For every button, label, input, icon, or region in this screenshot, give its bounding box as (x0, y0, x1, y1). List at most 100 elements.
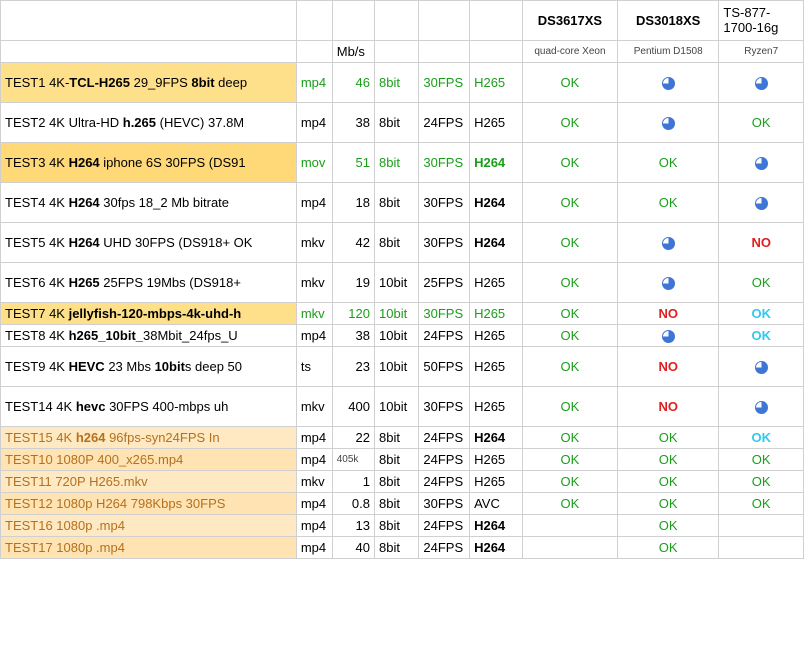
status-partial (719, 347, 804, 387)
fps-cell: 30FPS (419, 387, 470, 427)
status-ok: OK (719, 493, 804, 515)
codec-cell: H264 (470, 143, 523, 183)
mbps-cell: 1 (332, 471, 374, 493)
status-partial (719, 143, 804, 183)
ext-cell: mov (296, 143, 332, 183)
status-partial (617, 325, 718, 347)
table-row: TEST16 1080p .mp4mp4138bit24FPSH264OK (1, 515, 804, 537)
status-ok: OK (719, 303, 804, 325)
status-no: NO (719, 223, 804, 263)
status-ok: OK (617, 427, 718, 449)
status-ok: OK (522, 183, 617, 223)
table-row: TEST11 720P H265.mkvmkv18bit24FPSH265 OKO… (1, 471, 804, 493)
status-ok: OK (719, 263, 804, 303)
status-ok: OK (522, 303, 617, 325)
fps-cell: 30FPS (419, 493, 470, 515)
partial-icon (662, 277, 675, 290)
status-partial (617, 263, 718, 303)
codec-cell: H265 (470, 449, 523, 471)
fps-cell: 24FPS (419, 427, 470, 449)
table-row: TEST5 4K H264 UHD 30FPS (DS918+ OKmkv428… (1, 223, 804, 263)
ext-cell: mp4 (296, 427, 332, 449)
codec-cell: H265 (470, 347, 523, 387)
fps-cell: 30FPS (419, 303, 470, 325)
mbps-cell: 23 (332, 347, 374, 387)
partial-icon (662, 77, 675, 90)
fps-cell: 24FPS (419, 103, 470, 143)
codec-cell: H265 (470, 325, 523, 347)
fps-cell: 50FPS (419, 347, 470, 387)
status-ok: OK (522, 63, 617, 103)
codec-cell: AVC (470, 493, 523, 515)
mbps-cell: 22 (332, 427, 374, 449)
model-1-cpu: quad-core Xeon (522, 41, 617, 63)
table-row: TEST12 1080p H264 798Kbps 30FPSmp40.88bi… (1, 493, 804, 515)
ext-cell: mkv (296, 471, 332, 493)
partial-icon (755, 401, 768, 414)
table-row: TEST7 4K jellyfish-120-mbps-4k-uhd-hmkv1… (1, 303, 804, 325)
model-2-cpu: Pentium D1508 (617, 41, 718, 63)
ext-cell: mkv (296, 263, 332, 303)
bitdepth-cell: 8bit (375, 63, 419, 103)
bitdepth-cell: 8bit (375, 471, 419, 493)
codec-test-table: DS3617XS DS3018XS TS-877-1700-16g Mb/s q… (0, 0, 804, 559)
status-partial (719, 63, 804, 103)
mbps-cell: 13 (332, 515, 374, 537)
mbps-cell: 19 (332, 263, 374, 303)
bitdepth-cell: 8bit (375, 515, 419, 537)
status-partial (719, 183, 804, 223)
status-ok: OK (522, 103, 617, 143)
codec-cell: H265 (470, 471, 523, 493)
table-row: TEST9 4K HEVC 23 Mbs 10bits deep 50ts231… (1, 347, 804, 387)
model-1-name: DS3617XS (522, 1, 617, 41)
partial-icon (662, 237, 675, 250)
status-ok: OK (719, 471, 804, 493)
table-row: TEST14 4K hevc 30FPS 400-mbps uhmkv40010… (1, 387, 804, 427)
status-no: NO (617, 347, 718, 387)
status-ok: OK (617, 143, 718, 183)
partial-icon (755, 157, 768, 170)
test-description: TEST16 1080p .mp4 (1, 515, 297, 537)
ext-cell: mkv (296, 387, 332, 427)
mbps-cell: 405k (332, 449, 374, 471)
fps-cell: 24FPS (419, 471, 470, 493)
codec-cell: H265 (470, 103, 523, 143)
test-description: TEST5 4K H264 UHD 30FPS (DS918+ OK (1, 223, 297, 263)
mbps-cell: 400 (332, 387, 374, 427)
fps-cell: 24FPS (419, 515, 470, 537)
table-row: TEST3 4K H264 iphone 6S 30FPS (DS91mov51… (1, 143, 804, 183)
col-mbps-label: Mb/s (332, 41, 374, 63)
fps-cell: 24FPS (419, 537, 470, 559)
bitdepth-cell: 10bit (375, 387, 419, 427)
bitdepth-cell: 8bit (375, 143, 419, 183)
codec-cell: H265 (470, 263, 523, 303)
bitdepth-cell: 10bit (375, 263, 419, 303)
bitdepth-cell: 8bit (375, 493, 419, 515)
model-3-cpu: Ryzen7 (719, 41, 804, 63)
ext-cell: mp4 (296, 103, 332, 143)
status-ok: OK (617, 515, 718, 537)
status-partial (617, 63, 718, 103)
bitdepth-cell: 10bit (375, 303, 419, 325)
table-row: TEST10 1080P 400_x265.mp4mp4405k8bit24FP… (1, 449, 804, 471)
blank-cell (1, 1, 297, 41)
test-description: TEST11 720P H265.mkv (1, 471, 297, 493)
mbps-cell: 42 (332, 223, 374, 263)
status-ok: OK (617, 471, 718, 493)
table-row: TEST8 4K h265_10bit_38Mbit_24fps_Ump4381… (1, 325, 804, 347)
status-ok: OK (617, 493, 718, 515)
status-ok: OK (617, 183, 718, 223)
table-row: TEST4 4K H264 30fps 18_2 Mb bitratemp418… (1, 183, 804, 223)
mbps-cell: 0.8 (332, 493, 374, 515)
test-description: TEST3 4K H264 iphone 6S 30FPS (DS91 (1, 143, 297, 183)
codec-cell: H264 (470, 223, 523, 263)
test-description: TEST9 4K HEVC 23 Mbs 10bits deep 50 (1, 347, 297, 387)
status-ok: OK (522, 263, 617, 303)
ext-cell: mp4 (296, 183, 332, 223)
status-ok: OK (719, 449, 804, 471)
status-no: NO (617, 303, 718, 325)
partial-icon (755, 361, 768, 374)
status-ok: OK (522, 387, 617, 427)
fps-cell: 25FPS (419, 263, 470, 303)
partial-icon (755, 77, 768, 90)
